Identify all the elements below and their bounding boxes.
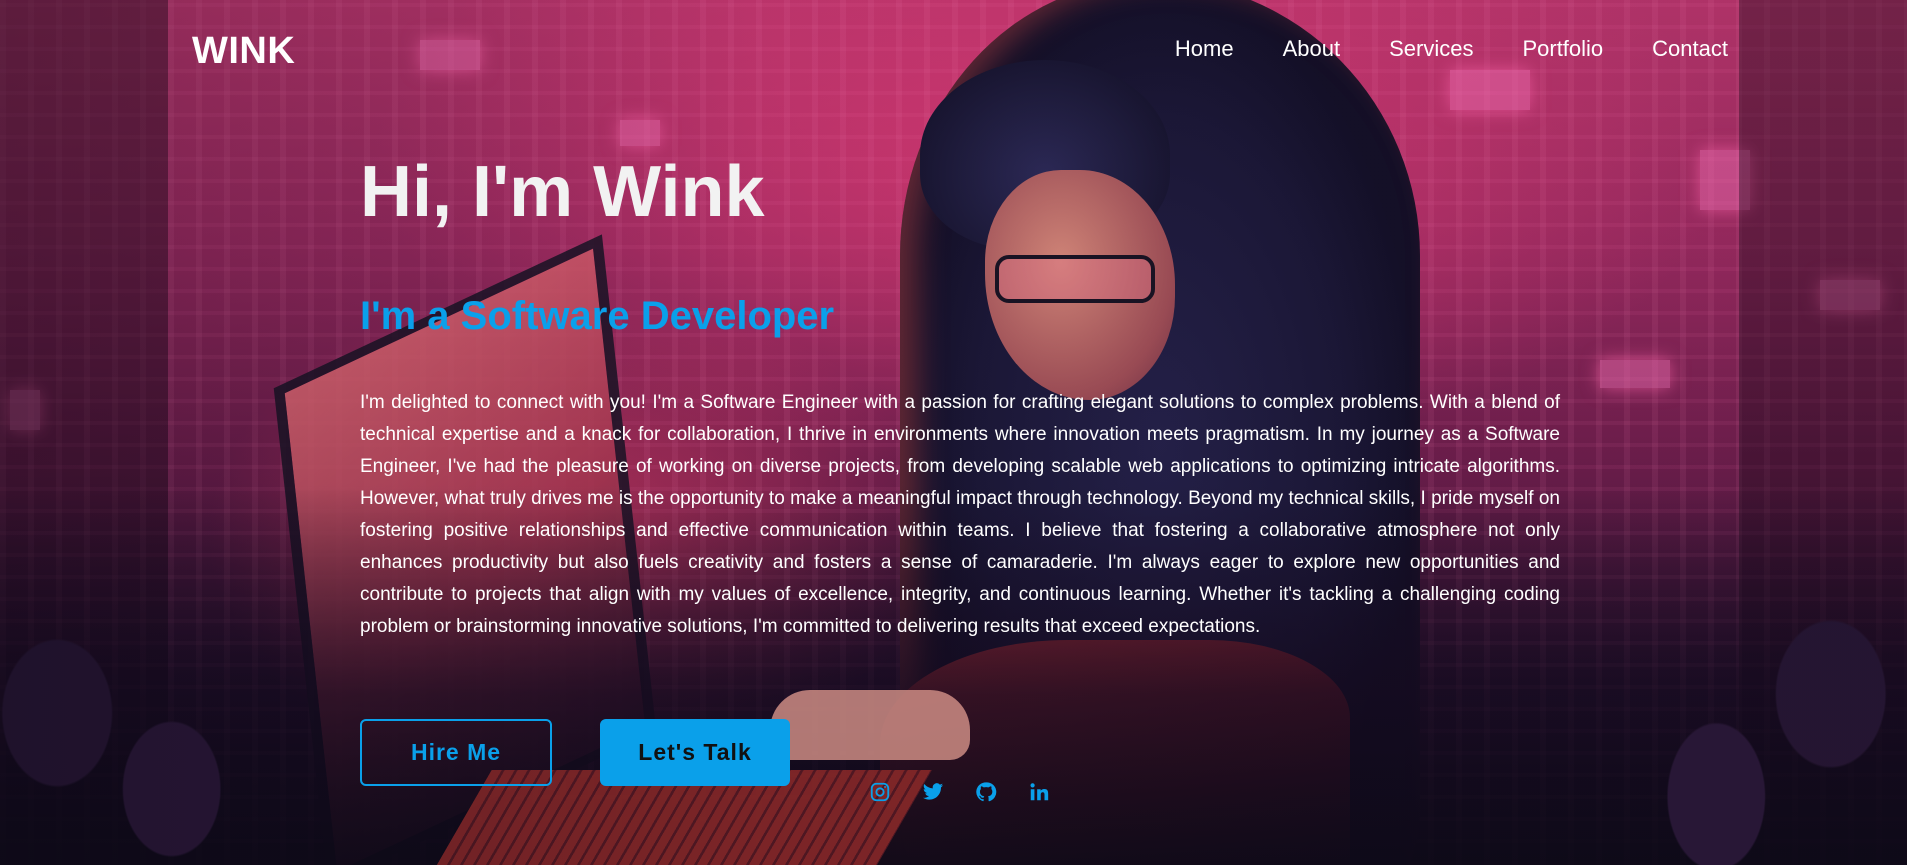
hero-subtitle: I'm a Software Developer (360, 294, 835, 338)
lets-talk-button[interactable]: Let's Talk (600, 719, 790, 786)
hero-section: Hi, I'm Wink I'm a Software Developer I'… (360, 150, 1560, 643)
nav-contact[interactable]: Contact (1652, 36, 1728, 62)
nav-home[interactable]: Home (1175, 36, 1234, 62)
hire-me-button[interactable]: Hire Me (360, 719, 552, 786)
hero-title: Hi, I'm Wink (360, 152, 765, 232)
social-links (869, 781, 1050, 803)
linkedin-icon[interactable] (1028, 781, 1050, 803)
nav-portfolio[interactable]: Portfolio (1522, 36, 1603, 62)
site-header: WINK Home About Services Portfolio Conta… (0, 0, 1907, 100)
main-nav: Home About Services Portfolio Contact (1175, 36, 1728, 62)
hero-buttons: Hire Me Let's Talk (360, 719, 790, 786)
github-icon[interactable] (975, 781, 997, 803)
site-logo[interactable]: WINK (192, 30, 295, 73)
nav-services[interactable]: Services (1389, 36, 1473, 62)
hero-bio: I'm delighted to connect with you! I'm a… (360, 392, 1560, 637)
instagram-icon[interactable] (869, 781, 891, 803)
twitter-icon[interactable] (922, 781, 944, 803)
nav-about[interactable]: About (1283, 36, 1341, 62)
